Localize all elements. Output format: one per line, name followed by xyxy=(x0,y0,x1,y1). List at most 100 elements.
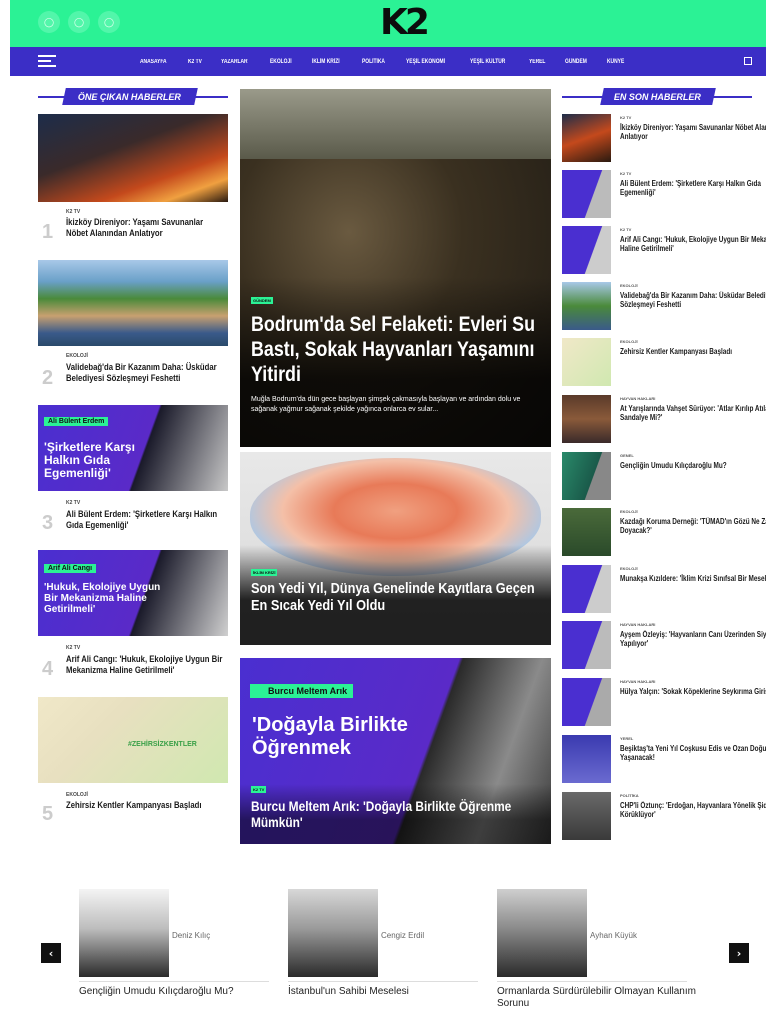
author-article-title[interactable]: İstanbul'un Sahibi Meselesi xyxy=(288,986,483,998)
carousel-next-button[interactable]: › xyxy=(729,943,749,963)
author-avatar[interactable] xyxy=(79,889,169,977)
latest-title[interactable]: Hülya Yalçın: 'Sokak Köpeklerine Seykırı… xyxy=(620,687,766,696)
mid-title[interactable]: Son Yedi Yıl, Dünya Genelinde Kayıtlara … xyxy=(251,580,536,614)
article-title[interactable]: Arif Ali Cangı: 'Hukuk, Ekolojiye Uygun … xyxy=(66,654,229,676)
hero-category-badge[interactable]: GÜNDEM xyxy=(251,297,273,304)
latest-thumbnail[interactable] xyxy=(562,395,611,443)
latest-category: K2 TV xyxy=(620,115,632,120)
latest-category: EKOLOJİ xyxy=(620,566,638,571)
overlay-name: Burcu Meltem Arık xyxy=(250,684,354,698)
bottom-article[interactable]: Burcu Meltem Arık 'Doğayla Birlikte Öğre… xyxy=(240,658,551,844)
latest-section-title: EN SON HABERLER xyxy=(600,88,716,105)
article-title[interactable]: Ali Bülent Erdem: 'Şirketlere Karşı Halk… xyxy=(66,509,229,531)
thumbnail-overlay-name: Arif Ali Cangı xyxy=(44,564,97,573)
author-name[interactable]: Deniz Kılıç xyxy=(172,931,210,940)
nav-item[interactable]: YAZARLAR xyxy=(221,59,248,65)
latest-title[interactable]: Gençliğin Umudu Kılıçdaroğlu Mu? xyxy=(620,461,766,470)
article-rank: 4 xyxy=(42,658,54,680)
latest-thumbnail[interactable] xyxy=(562,621,611,669)
latest-thumbnail[interactable] xyxy=(562,678,611,726)
latest-thumbnail[interactable] xyxy=(562,282,611,330)
latest-category: K2 TV xyxy=(620,227,632,232)
top-header: ◯ ◯ ◯ K2 xyxy=(10,0,766,47)
nav-item[interactable]: YEŞİL KÜLTÜR xyxy=(470,59,505,65)
latest-category: POLİTİKA xyxy=(620,793,639,798)
latest-title[interactable]: Kazdağı Koruma Derneği: 'TÜMAD'ın Gözü N… xyxy=(620,517,766,535)
latest-title[interactable]: CHP'li Öztunç: 'Erdoğan, Hayvanlara Yöne… xyxy=(620,801,766,819)
article-category: EKOLOJİ xyxy=(66,792,88,798)
latest-thumbnail[interactable] xyxy=(562,565,611,613)
latest-category: HAYVAN HAKLARI xyxy=(620,679,656,684)
latest-title[interactable]: Munakşa Kızıldere: 'İklim Krizi Sınıfsal… xyxy=(620,574,766,583)
hero-title[interactable]: Bodrum'da Sel Felaketi: Evleri Su Bastı,… xyxy=(251,312,540,387)
article-rank: 5 xyxy=(42,803,54,825)
author-article-title[interactable]: Gençliğin Umudu Kılıçdaroğlu Mu? xyxy=(79,986,274,998)
latest-category: EKOLOJİ xyxy=(620,283,638,288)
bottom-title[interactable]: Burcu Meltem Arık: 'Doğayla Birlikte Öğr… xyxy=(251,798,523,830)
hamburger-menu-icon[interactable] xyxy=(38,55,56,68)
nav-item[interactable]: YEŞİL EKONOMİ xyxy=(406,59,445,65)
latest-thumbnail[interactable] xyxy=(562,452,611,500)
article-title[interactable]: İkizköy Direniyor: Yaşamı Savunanlar Nöb… xyxy=(66,217,225,239)
search-icon[interactable] xyxy=(744,57,752,65)
nav-item[interactable]: EKOLOJİ xyxy=(270,59,292,65)
article-thumbnail[interactable]: #ZEHİRSİZKENTLER xyxy=(38,697,228,783)
latest-title[interactable]: Beşiktaş'ta Yeni Yıl Coşkusu Edis ve Oza… xyxy=(620,744,766,762)
mid-category-badge[interactable]: İKLİM KRİZİ xyxy=(251,569,278,576)
latest-category: HAYVAN HAKLARI xyxy=(620,622,656,627)
nav-item[interactable]: K2 TV xyxy=(188,59,202,65)
latest-thumbnail[interactable] xyxy=(562,508,611,556)
author-avatar[interactable] xyxy=(497,889,587,977)
social-icon[interactable]: ◯ xyxy=(68,11,90,33)
latest-thumbnail[interactable] xyxy=(562,735,611,783)
article-rank: 1 xyxy=(42,221,54,243)
author-name[interactable]: Cengiz Erdil xyxy=(381,931,424,940)
author-article-title[interactable]: Ormanlarda Sürdürülebilir Olmayan Kullan… xyxy=(497,986,697,1010)
author-avatar[interactable] xyxy=(288,889,378,977)
article-category: K2 TV xyxy=(66,500,81,506)
nav-item[interactable]: İKLİM KRİZİ xyxy=(312,59,340,65)
article-category: K2 TV xyxy=(66,645,81,651)
latest-title[interactable]: Arif Ali Cangı: 'Hukuk, Ekolojiye Uygun … xyxy=(620,235,766,253)
hero-article[interactable]: GÜNDEM Bodrum'da Sel Felaketi: Evleri Su… xyxy=(240,89,551,447)
featured-section-title: ÖNE ÇIKAN HABERLER xyxy=(62,88,198,105)
latest-category: GENEL xyxy=(620,453,634,458)
article-category: K2 TV xyxy=(66,209,81,215)
nav-item[interactable]: ANASAYFA xyxy=(140,59,167,65)
mid-article[interactable]: İKLİM KRİZİ Son Yedi Yıl, Dünya Genelind… xyxy=(240,452,551,645)
site-logo[interactable]: K2 xyxy=(380,2,430,43)
nav-item[interactable]: YEREL xyxy=(529,59,545,65)
overlay-text: 'Doğayla Birlikte Öğrenmek xyxy=(252,714,408,759)
latest-thumbnail[interactable] xyxy=(562,170,611,218)
latest-category: YEREL xyxy=(620,736,634,741)
latest-title[interactable]: Ayşem Özleyiş: 'Hayvanların Canı Üzerind… xyxy=(620,630,766,648)
nav-item[interactable]: KÜNYE xyxy=(607,59,624,65)
latest-category: HAYVAN HAKLARI xyxy=(620,396,656,401)
latest-thumbnail[interactable] xyxy=(562,226,611,274)
thumbnail-overlay-text: #ZEHİRSİZKENTLER xyxy=(128,741,197,748)
latest-title[interactable]: Zehirsiz Kentler Kampanyası Başladı xyxy=(620,347,766,356)
latest-thumbnail[interactable] xyxy=(562,338,611,386)
article-category: EKOLOJİ xyxy=(66,353,88,359)
bottom-category-badge[interactable]: K2 TV xyxy=(251,786,267,793)
author-name[interactable]: Ayhan Küyük xyxy=(590,931,637,940)
latest-thumbnail[interactable] xyxy=(562,792,611,840)
article-thumbnail[interactable]: Ali Bülent Erdem 'Şirketlere Karşı Halkı… xyxy=(38,405,228,491)
latest-title[interactable]: At Yarışlarında Vahşet Sürüyor: 'Atlar K… xyxy=(620,404,766,422)
main-nav: ANASAYFA K2 TV YAZARLAR EKOLOJİ İKLİM KR… xyxy=(10,47,766,76)
article-thumbnail[interactable]: Arif Ali Cangı 'Hukuk, Ekolojiye Uygun B… xyxy=(38,550,228,636)
hero-description: Muğla Bodrum'da dün gece başlayan şimşek… xyxy=(251,396,521,413)
article-title[interactable]: Validebağ'da Bir Kazanım Daha: Üsküdar B… xyxy=(66,362,229,384)
carousel-prev-button[interactable]: ‹ xyxy=(41,943,61,963)
latest-title[interactable]: Validebağ'da Bir Kazanım Daha: Üsküdar B… xyxy=(620,291,766,309)
nav-item[interactable]: POLİTİKA xyxy=(362,59,385,65)
social-icon[interactable]: ◯ xyxy=(38,11,60,33)
social-icon[interactable]: ◯ xyxy=(98,11,120,33)
article-thumbnail[interactable] xyxy=(38,260,228,346)
latest-title[interactable]: İkizköy Direniyor: Yaşamı Savunanlar Nöb… xyxy=(620,123,766,141)
article-thumbnail[interactable] xyxy=(38,114,228,202)
article-title[interactable]: Zehirsiz Kentler Kampanyası Başladı xyxy=(66,800,229,811)
latest-thumbnail[interactable] xyxy=(562,114,611,162)
latest-title[interactable]: Ali Bülent Erdem: 'Şirketlere Karşı Halk… xyxy=(620,179,766,197)
nav-item[interactable]: GÜNDEM xyxy=(565,59,587,65)
